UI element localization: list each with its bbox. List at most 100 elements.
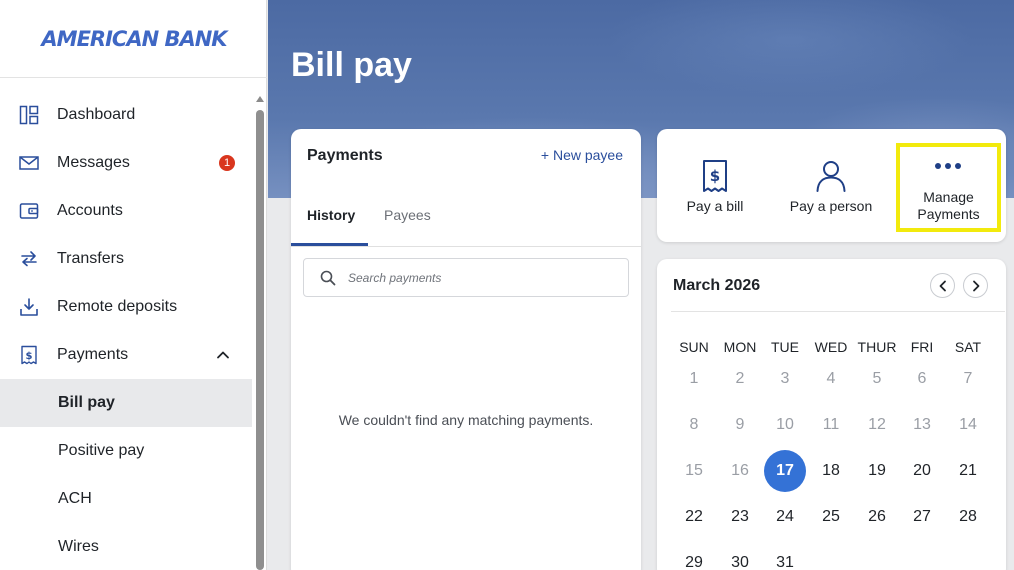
calendar-day: 14 [959,416,977,433]
calendar-day[interactable]: 26 [856,496,898,538]
calendar-day: 3 [780,370,790,387]
calendar-day: 11 [822,416,840,433]
tab-payees[interactable]: Payees [384,207,431,223]
calendar-day[interactable]: 21 [947,450,989,492]
payments-card-title: Payments [307,147,383,164]
weekday-header: WED [814,339,848,355]
weekday-header: MON [723,339,757,355]
sidebar-item-wires[interactable]: Wires [0,523,252,570]
sidebar-item-transfers[interactable]: Transfers [0,235,252,283]
calendar-day-selected[interactable]: 17 [764,450,806,492]
search-input[interactable] [348,268,618,288]
weekday-header: SUN [679,339,709,355]
tab-history[interactable]: History [307,207,355,223]
calendar-day[interactable]: 19 [856,450,898,492]
payments-tabs: History Payees [291,201,641,247]
calendar-day: 5 [872,370,882,387]
pay-a-bill-label: Pay a bill [686,198,744,214]
calendar-day[interactable]: 22 [673,496,715,538]
weekday-header: SAT [954,339,982,355]
calendar-day: 16 [731,462,749,479]
sidebar-item-positive-pay[interactable]: Positive pay [0,427,252,475]
chevron-left-icon [939,280,946,291]
mail-icon [19,156,39,170]
empty-state-message: We couldn't find any matching payments. [338,412,594,428]
chevron-right-icon [972,280,979,291]
active-tab-indicator [291,243,368,246]
calendar-day: 1 [689,370,699,387]
page-title: Bill pay [291,46,412,84]
sidebar-item-ach[interactable]: ACH [0,475,252,523]
scrollbar-up-arrow[interactable] [256,96,264,102]
sidebar-nav: Dashboard Messages 1 Accounts Transfers [0,91,252,570]
quick-actions-card: $ Pay a bill Pay a person Manage Payment… [657,129,1006,242]
calendar-day[interactable]: 29 [673,542,715,570]
pay-a-person-label: Pay a person [789,198,873,214]
download-tray-icon [20,298,38,316]
weekday-header: FRI [910,339,934,355]
sidebar-item-label: Transfers [57,250,124,267]
chevron-up-icon[interactable] [216,348,230,362]
wallet-icon [19,203,39,219]
sidebar-item-label: Dashboard [57,106,136,123]
bank-logo-mark: AMERICAN BANK [39,27,229,51]
bank-logo[interactable]: AMERICAN BANK [0,0,267,78]
unread-badge: 1 [219,155,235,171]
sidebar-scrollbar[interactable] [256,110,264,570]
calendar-day[interactable]: 23 [719,496,761,538]
person-icon [816,161,846,192]
sidebar-item-label: Bill pay [58,394,115,411]
calendar-day[interactable]: 31 [764,542,806,570]
previous-month-button[interactable] [930,273,955,298]
sidebar-item-label: ACH [58,490,92,507]
sidebar-item-label: Wires [58,538,99,555]
calendar-day: 9 [735,416,745,433]
sidebar-item-dashboard[interactable]: Dashboard [0,91,252,139]
pay-a-person-button[interactable]: Pay a person [773,129,889,242]
sidebar-item-bill-pay[interactable]: Bill pay [0,379,252,427]
sidebar-item-label: Accounts [57,202,123,219]
calendar-day[interactable]: 28 [947,496,989,538]
calendar-day: 10 [776,416,794,433]
sidebar-item-remote-deposits[interactable]: Remote deposits [0,283,252,331]
search-box[interactable] [303,258,629,297]
sidebar-item-label: Remote deposits [57,298,178,315]
sidebar: AMERICAN BANK Dashboard Messages 1 Accou… [0,0,267,570]
sidebar-item-label: Payments [57,346,129,363]
calendar-day[interactable]: 30 [719,542,761,570]
next-month-button[interactable] [963,273,988,298]
weekday-header: THUR [857,339,897,355]
calendar-day: 2 [735,370,745,387]
dashboard-icon [19,105,39,125]
calendar-day: 13 [913,416,931,433]
svg-text:AMERICAN BANK: AMERICAN BANK [39,27,229,51]
calendar-card: March 2026 SUN MON TUE WED THUR FRI SAT 1 2 3 4 5 6 7… [657,259,1006,570]
calendar-day[interactable]: 24 [764,496,806,538]
search-icon [320,270,336,286]
manage-payments-label: Manage Payments [917,189,980,222]
transfer-arrows-icon [21,251,37,267]
calendar-day: 15 [685,462,703,479]
calendar-divider [671,311,1005,312]
sidebar-item-payments[interactable]: $ Payments [0,331,252,379]
calendar-day[interactable]: 18 [810,450,852,492]
more-dots-icon [935,163,961,169]
calendar-day[interactable]: 20 [901,450,943,492]
sidebar-item-messages[interactable]: Messages 1 [0,139,252,187]
calendar-day[interactable]: 27 [901,496,943,538]
weekday-header: TUE [771,339,799,355]
new-payee-link[interactable]: + New payee [541,147,623,163]
calendar-day: 12 [868,416,886,433]
svg-text:$: $ [26,351,33,362]
svg-text:$: $ [710,167,720,185]
payments-card: Payments + New payee History Payees We c… [291,129,641,570]
manage-payments-button[interactable]: Manage Payments [896,143,1001,232]
sidebar-item-label: Messages [57,154,130,171]
calendar-day[interactable]: 25 [810,496,852,538]
calendar-day: 6 [917,370,927,387]
sidebar-item-label: Positive pay [58,442,145,459]
sidebar-item-accounts[interactable]: Accounts [0,187,252,235]
pay-a-bill-button[interactable]: $ Pay a bill [657,129,773,242]
calendar-day: 4 [826,370,836,387]
receipt-dollar-icon: $ [703,160,727,192]
